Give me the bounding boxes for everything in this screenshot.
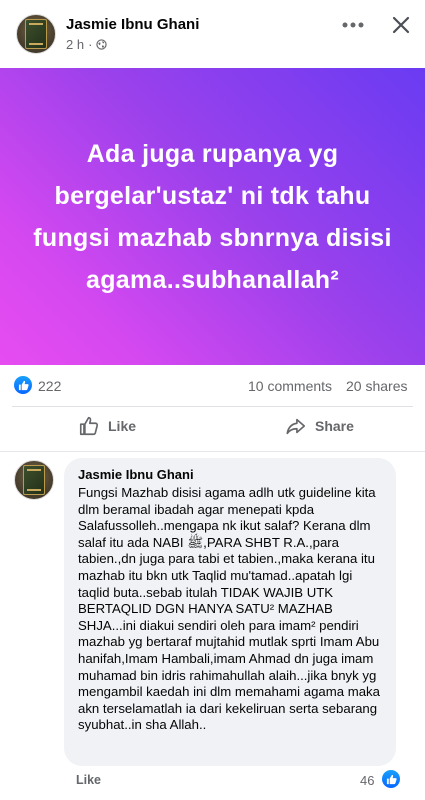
post-header: Jasmie Ibnu Ghani 2 h · — [0, 0, 425, 68]
reactions-bar: 222 10 comments 20 shares — [0, 372, 425, 400]
commenter-avatar[interactable] — [14, 460, 54, 500]
like-button[interactable]: Like — [78, 415, 136, 437]
author-name[interactable]: Jasmie Ibnu Ghani — [66, 16, 199, 33]
comment-reaction-count[interactable]: 46 — [360, 773, 374, 788]
comment-text: Fungsi Mazhab disisi agama adlh utk guid… — [78, 485, 380, 733]
avatar-book-logo — [23, 465, 45, 495]
more-horizontal-icon[interactable] — [340, 12, 366, 38]
post-actions: Like Share — [0, 407, 425, 451]
thumbs-up-icon — [79, 416, 99, 436]
reaction-count[interactable]: 222 — [38, 378, 61, 394]
like-label: Like — [108, 418, 137, 434]
meta-separator: · — [88, 37, 93, 52]
close-icon[interactable] — [388, 12, 414, 38]
divider — [0, 451, 425, 452]
shares-count[interactable]: 20 shares — [346, 378, 407, 394]
like-reaction-icon[interactable] — [14, 376, 32, 394]
post-banner[interactable]: Ada juga rupanya yg bergelar'ustaz' ni t… — [0, 68, 425, 365]
comment-bubble: Jasmie Ibnu Ghani Fungsi Mazhab disisi a… — [64, 458, 396, 766]
author-avatar[interactable] — [16, 14, 56, 54]
comment-like-reaction-icon[interactable] — [382, 770, 400, 788]
share-button[interactable]: Share — [285, 415, 354, 437]
comments-count[interactable]: 10 comments — [248, 378, 332, 394]
share-label: Share — [315, 418, 354, 434]
post-meta: 2 h · — [66, 37, 108, 52]
avatar-book-logo — [25, 19, 47, 49]
share-arrow-icon — [286, 418, 306, 435]
post-time[interactable]: 2 h — [66, 37, 84, 52]
globe-icon — [96, 39, 108, 50]
banner-text: Ada juga rupanya yg bergelar'ustaz' ni t… — [33, 139, 392, 294]
comment-author[interactable]: Jasmie Ibnu Ghani — [78, 467, 384, 482]
comment-like-button[interactable]: Like — [76, 773, 101, 787]
